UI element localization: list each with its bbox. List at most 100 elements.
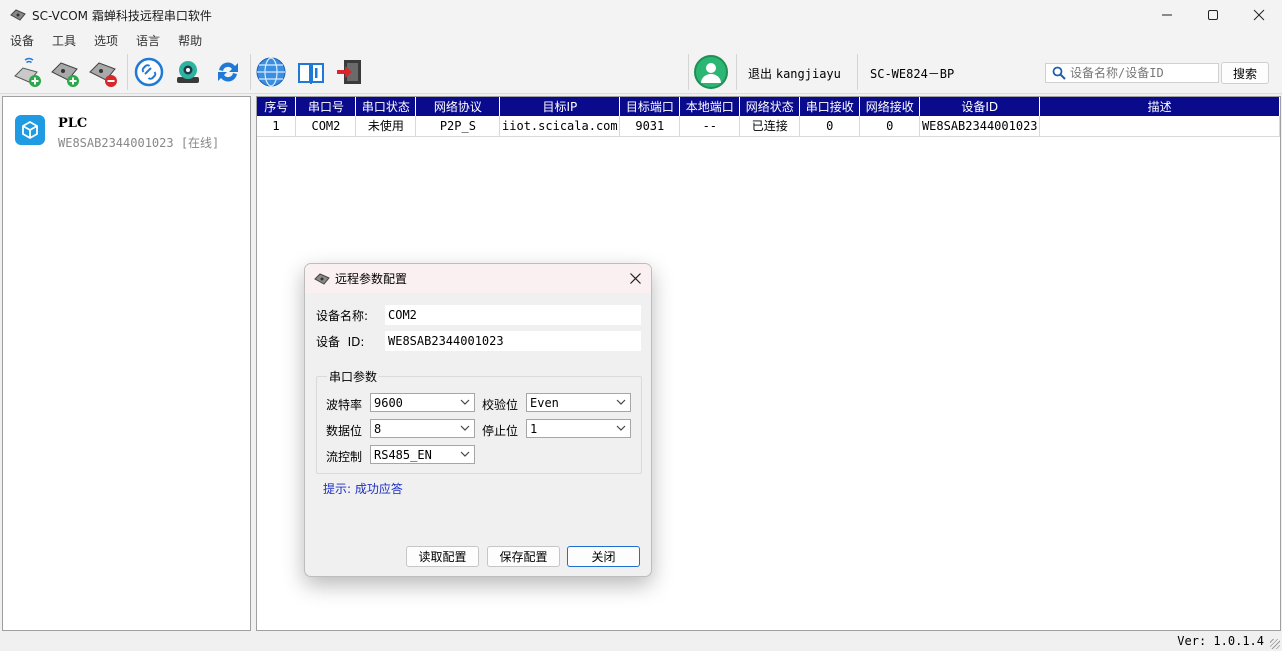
col-header[interactable]: 描述 <box>1039 97 1280 116</box>
col-header[interactable]: 目标端口 <box>619 97 681 116</box>
app-logo-icon <box>10 9 26 21</box>
parity-value: Even <box>530 395 559 410</box>
col-header[interactable]: 串口接收 <box>799 97 861 116</box>
table-cell: 0 <box>799 116 861 137</box>
baud-rate-label: 波特率 <box>326 398 363 412</box>
col-header[interactable]: 网络状态 <box>739 97 801 116</box>
table-cell: P2P_S <box>415 116 501 137</box>
table-cell <box>1039 116 1280 137</box>
title-bar: SC-VCOM 霜蝉科技远程串口软件 <box>0 0 1282 30</box>
exit-icon[interactable] <box>333 56 365 88</box>
refresh-icon[interactable] <box>212 56 244 88</box>
dialog-close-icon[interactable] <box>627 270 643 286</box>
menu-help[interactable]: 帮助 <box>168 32 210 49</box>
toolbar-separator <box>857 54 858 90</box>
table-cell: -- <box>679 116 741 137</box>
baud-rate-select[interactable]: 9600 <box>370 393 475 412</box>
save-config-button[interactable]: 保存配置 <box>487 546 560 567</box>
camera-icon[interactable] <box>172 56 204 88</box>
stop-bits-value: 1 <box>530 421 538 436</box>
remote-config-dialog: 远程参数配置 设备名称: COM2 设备 ID: WE8SAB234400102… <box>304 263 652 577</box>
resize-grip-icon[interactable] <box>1270 639 1280 649</box>
manual-book-icon[interactable] <box>295 56 327 88</box>
add-port-icon[interactable] <box>49 56 81 88</box>
menu-options[interactable]: 选项 <box>84 32 126 49</box>
device-list-panel: PLC WE8SAB2344001023 [在线] <box>2 96 251 631</box>
globe-icon[interactable] <box>255 56 287 88</box>
chevron-down-icon <box>616 425 626 431</box>
toolbar-separator <box>250 54 251 90</box>
status-bar: Ver: 1.0.1.4 <box>0 632 1282 651</box>
device-model: SC-WE824－BP <box>870 67 955 81</box>
stop-bits-select[interactable]: 1 <box>526 419 631 438</box>
logout-label: 退出 <box>748 67 773 81</box>
dialog-title: 远程参数配置 <box>335 272 408 286</box>
logout-link[interactable]: 退出 kangjiayu <box>748 65 841 82</box>
col-header[interactable]: 目标IP <box>499 97 621 116</box>
device-name-label: 设备名称: <box>316 309 369 323</box>
menu-tools[interactable]: 工具 <box>42 32 84 49</box>
table-cell: 已连接 <box>739 116 801 137</box>
device-item[interactable]: PLC WE8SAB2344001023 [在线] <box>15 115 219 150</box>
window-title: SC-VCOM 霜蝉科技远程串口软件 <box>32 8 212 23</box>
data-bits-select[interactable]: 8 <box>370 419 475 438</box>
flow-control-value: RS485_EN <box>374 447 432 462</box>
status-tip: 提示: 成功应答 <box>323 482 403 496</box>
device-id-status: WE8SAB2344001023 [在线] <box>58 136 220 150</box>
table-row[interactable]: 1 COM2 未使用 P2P_S iiot.scicala.com 9031 -… <box>257 116 1280 137</box>
table-cell: 1 <box>257 116 297 137</box>
toolbar-separator <box>688 54 689 90</box>
device-name-field[interactable]: COM2 <box>385 305 641 325</box>
device-id-label: 设备 ID: <box>316 335 365 349</box>
table-cell: 0 <box>859 116 921 137</box>
col-header[interactable]: 序号 <box>257 97 297 116</box>
username: kangjiayu <box>775 67 841 81</box>
chevron-down-icon <box>460 399 470 405</box>
col-header[interactable]: 网络协议 <box>415 97 501 116</box>
link-icon[interactable] <box>133 56 165 88</box>
close-dialog-button[interactable]: 关闭 <box>567 546 640 567</box>
toolbar-separator <box>736 54 737 90</box>
device-id-field[interactable]: WE8SAB2344001023 <box>385 331 641 351</box>
minimize-icon[interactable] <box>1144 0 1190 30</box>
dialog-title-bar[interactable]: 远程参数配置 <box>305 264 651 293</box>
search-icon <box>1052 66 1066 80</box>
table-cell: COM2 <box>295 116 357 137</box>
col-header[interactable]: 本地端口 <box>679 97 741 116</box>
add-device-icon[interactable] <box>11 56 43 88</box>
maximize-icon[interactable] <box>1190 0 1236 30</box>
serial-params-title: 串口参数 <box>327 368 380 385</box>
data-bits-label: 数据位 <box>326 424 363 438</box>
search-input[interactable] <box>1070 64 1210 82</box>
menu-device[interactable]: 设备 <box>0 32 42 49</box>
flow-control-select[interactable]: RS485_EN <box>370 445 475 464</box>
close-icon[interactable] <box>1236 0 1282 30</box>
table-cell: 未使用 <box>355 116 417 137</box>
app-logo-icon <box>314 272 330 285</box>
table-cell: 9031 <box>619 116 681 137</box>
search-box <box>1045 63 1219 83</box>
table-cell: iiot.scicala.com <box>499 116 621 137</box>
window-controls <box>1144 0 1282 30</box>
col-header[interactable]: 串口状态 <box>355 97 417 116</box>
table-header-row: 序号 串口号 串口状态 网络协议 目标IP 目标端口 本地端口 网络状态 串口接… <box>257 97 1280 116</box>
col-header[interactable]: 设备ID <box>919 97 1041 116</box>
table-cell: WE8SAB2344001023 <box>919 116 1041 137</box>
read-config-button[interactable]: 读取配置 <box>406 546 479 567</box>
data-bits-value: 8 <box>374 421 382 436</box>
user-avatar[interactable] <box>694 55 728 89</box>
device-cube-icon <box>15 115 45 145</box>
col-header[interactable]: 网络接收 <box>859 97 921 116</box>
flow-control-label: 流控制 <box>326 450 363 464</box>
parity-select[interactable]: Even <box>526 393 631 412</box>
col-header[interactable]: 串口号 <box>295 97 357 116</box>
parity-label: 校验位 <box>482 398 519 412</box>
baud-rate-value: 9600 <box>374 395 403 410</box>
remove-port-icon[interactable] <box>87 56 119 88</box>
toolbar: 退出 kangjiayu SC-WE824－BP 搜索 <box>0 50 1282 94</box>
search-button[interactable]: 搜索 <box>1221 62 1269 84</box>
menu-language[interactable]: 语言 <box>126 32 168 49</box>
chevron-down-icon <box>616 399 626 405</box>
port-table: 序号 串口号 串口状态 网络协议 目标IP 目标端口 本地端口 网络状态 串口接… <box>257 97 1280 137</box>
version-label: Ver: 1.0.1.4 <box>1177 634 1264 648</box>
